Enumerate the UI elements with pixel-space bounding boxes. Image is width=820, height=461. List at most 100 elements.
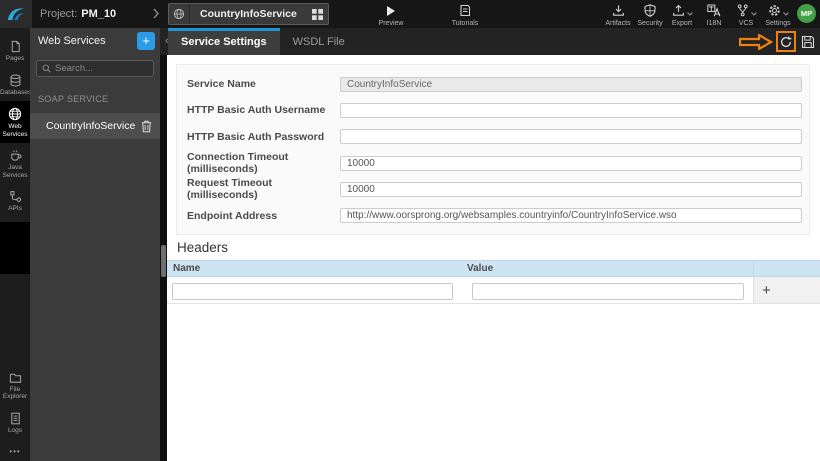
security-button[interactable]: Security (634, 4, 666, 27)
sidebar-item-pages[interactable]: Pages (0, 34, 30, 68)
sidebar-item-file-explorer[interactable]: File Explorer (0, 366, 30, 406)
field-label: Endpoint Address (187, 209, 278, 222)
column-header-actions (753, 261, 820, 276)
sidebar-item-label: Logs (7, 426, 23, 434)
delete-service-button[interactable] (141, 120, 152, 133)
tutorials-button[interactable]: Tutorials (442, 4, 488, 27)
auth-username-input[interactable] (340, 102, 802, 118)
panel-header: Web Services + (30, 28, 160, 55)
field-label: Request Timeout (milliseconds) (187, 177, 272, 202)
more-options-button[interactable]: ••• (0, 447, 30, 456)
form-row-connection-timeout: Connection Timeout (milliseconds) (177, 150, 809, 176)
project-label: Project: (40, 8, 78, 20)
editor-tabbar: « Service Settings WSDL File (160, 28, 820, 55)
service-tab-label: CountryInfoService (200, 8, 297, 20)
topbar-actions: Artifacts Security Export I18N VCS Setti… (602, 4, 794, 27)
export-label: Export (671, 20, 693, 27)
panel-divider (160, 55, 167, 461)
icon-sidebar: Pages Databases Web Services Java Servic… (0, 28, 32, 461)
globe-icon (169, 4, 190, 24)
chevron-down-icon (750, 11, 757, 16)
panel-title: Web Services (38, 35, 106, 47)
auth-password-input[interactable] (340, 129, 802, 145)
form-row-auth-password: HTTP Basic Auth Password (177, 124, 809, 150)
preview-label: Preview (378, 20, 404, 27)
vcs-button[interactable]: VCS (730, 4, 762, 27)
tutorials-label: Tutorials (451, 20, 479, 27)
sidebar-spacer (0, 221, 30, 274)
sidebar-item-databases[interactable]: Databases (0, 68, 32, 102)
connector-icon (9, 191, 21, 202)
vcs-label: VCS (738, 20, 754, 27)
settings-button[interactable]: Settings (762, 4, 794, 27)
add-header-button[interactable]: + (762, 283, 771, 298)
form-row-auth-username: HTTP Basic Auth Username (177, 97, 809, 123)
settings-label: Settings (765, 20, 791, 27)
connection-timeout-input[interactable] (340, 155, 802, 171)
database-icon (10, 74, 20, 86)
service-settings-form: Service Name HTTP Basic Auth Username HT… (176, 64, 810, 235)
form-row-service-name: Service Name (177, 71, 809, 97)
reload-service-button[interactable] (776, 31, 796, 52)
annotation-arrow-icon (739, 34, 773, 50)
add-service-button[interactable]: + (137, 32, 155, 50)
user-avatar[interactable]: MP (797, 4, 816, 23)
column-header-value: Value (467, 263, 494, 274)
project-name: PM_10 (81, 8, 117, 20)
download-icon (602, 4, 634, 17)
save-icon (801, 35, 814, 49)
folder-icon (9, 373, 21, 383)
column-header-name: Name (173, 263, 201, 274)
sidebar-item-web-services[interactable]: Web Services (0, 101, 30, 143)
field-label: Connection Timeout (milliseconds) (187, 151, 289, 176)
wavemaker-logo-icon (8, 8, 24, 20)
grid-icon[interactable] (307, 4, 328, 24)
sidebar-bottom: File Explorer Logs ••• (0, 366, 30, 456)
field-label: Service Name (187, 78, 256, 91)
security-label: Security (637, 20, 663, 27)
shield-icon (634, 4, 666, 17)
globe-icon (8, 107, 22, 121)
trash-icon (141, 120, 152, 132)
book-icon (442, 4, 488, 17)
service-name-input (340, 76, 802, 92)
tab-wsdl-file[interactable]: WSDL File (280, 28, 358, 55)
endpoint-address-input[interactable] (340, 208, 802, 224)
header-value-input[interactable] (472, 282, 744, 300)
request-timeout-input[interactable] (340, 181, 802, 197)
artifacts-button[interactable]: Artifacts (602, 4, 634, 27)
artifacts-label: Artifacts (605, 20, 631, 27)
i18n-label: I18N (706, 20, 722, 27)
tab-service-settings[interactable]: Service Settings (168, 28, 280, 55)
service-settings-content: Service Name HTTP Basic Auth Username HT… (167, 55, 820, 461)
refresh-icon (781, 35, 792, 47)
sidebar-item-label: Databases (0, 88, 32, 96)
page-icon (11, 40, 20, 53)
upload-icon (672, 4, 684, 16)
translate-icon (698, 4, 730, 17)
app-logo[interactable] (0, 0, 32, 28)
i18n-button[interactable]: I18N (698, 4, 730, 27)
chevron-down-icon (782, 11, 789, 16)
sidebar-item-logs[interactable]: Logs (0, 406, 30, 440)
sidebar-item-label: File Explorer (2, 385, 28, 401)
gear-icon (768, 5, 780, 16)
branch-icon (737, 4, 748, 17)
headers-table-row: + (167, 277, 820, 304)
scrollbar-thumb[interactable] (161, 245, 166, 277)
search-input[interactable] (55, 63, 148, 74)
coffee-cup-icon (10, 150, 21, 161)
project-selector[interactable]: Project: PM_10 (40, 0, 116, 28)
service-list-item[interactable]: CountryInfoService (30, 113, 160, 139)
play-icon (372, 4, 410, 17)
open-service-tab[interactable]: CountryInfoService (168, 3, 329, 25)
export-button[interactable]: Export (666, 4, 698, 27)
sidebar-item-java-services[interactable]: Java Services (0, 143, 30, 184)
preview-button[interactable]: Preview (372, 4, 410, 27)
header-name-input[interactable] (172, 282, 453, 300)
sidebar-item-apis[interactable]: APIs (0, 184, 30, 218)
save-button[interactable] (799, 34, 816, 50)
service-name: CountryInfoService (46, 120, 136, 132)
form-row-request-timeout: Request Timeout (milliseconds) (177, 176, 809, 202)
sidebar-item-label: Java Services (2, 164, 28, 179)
